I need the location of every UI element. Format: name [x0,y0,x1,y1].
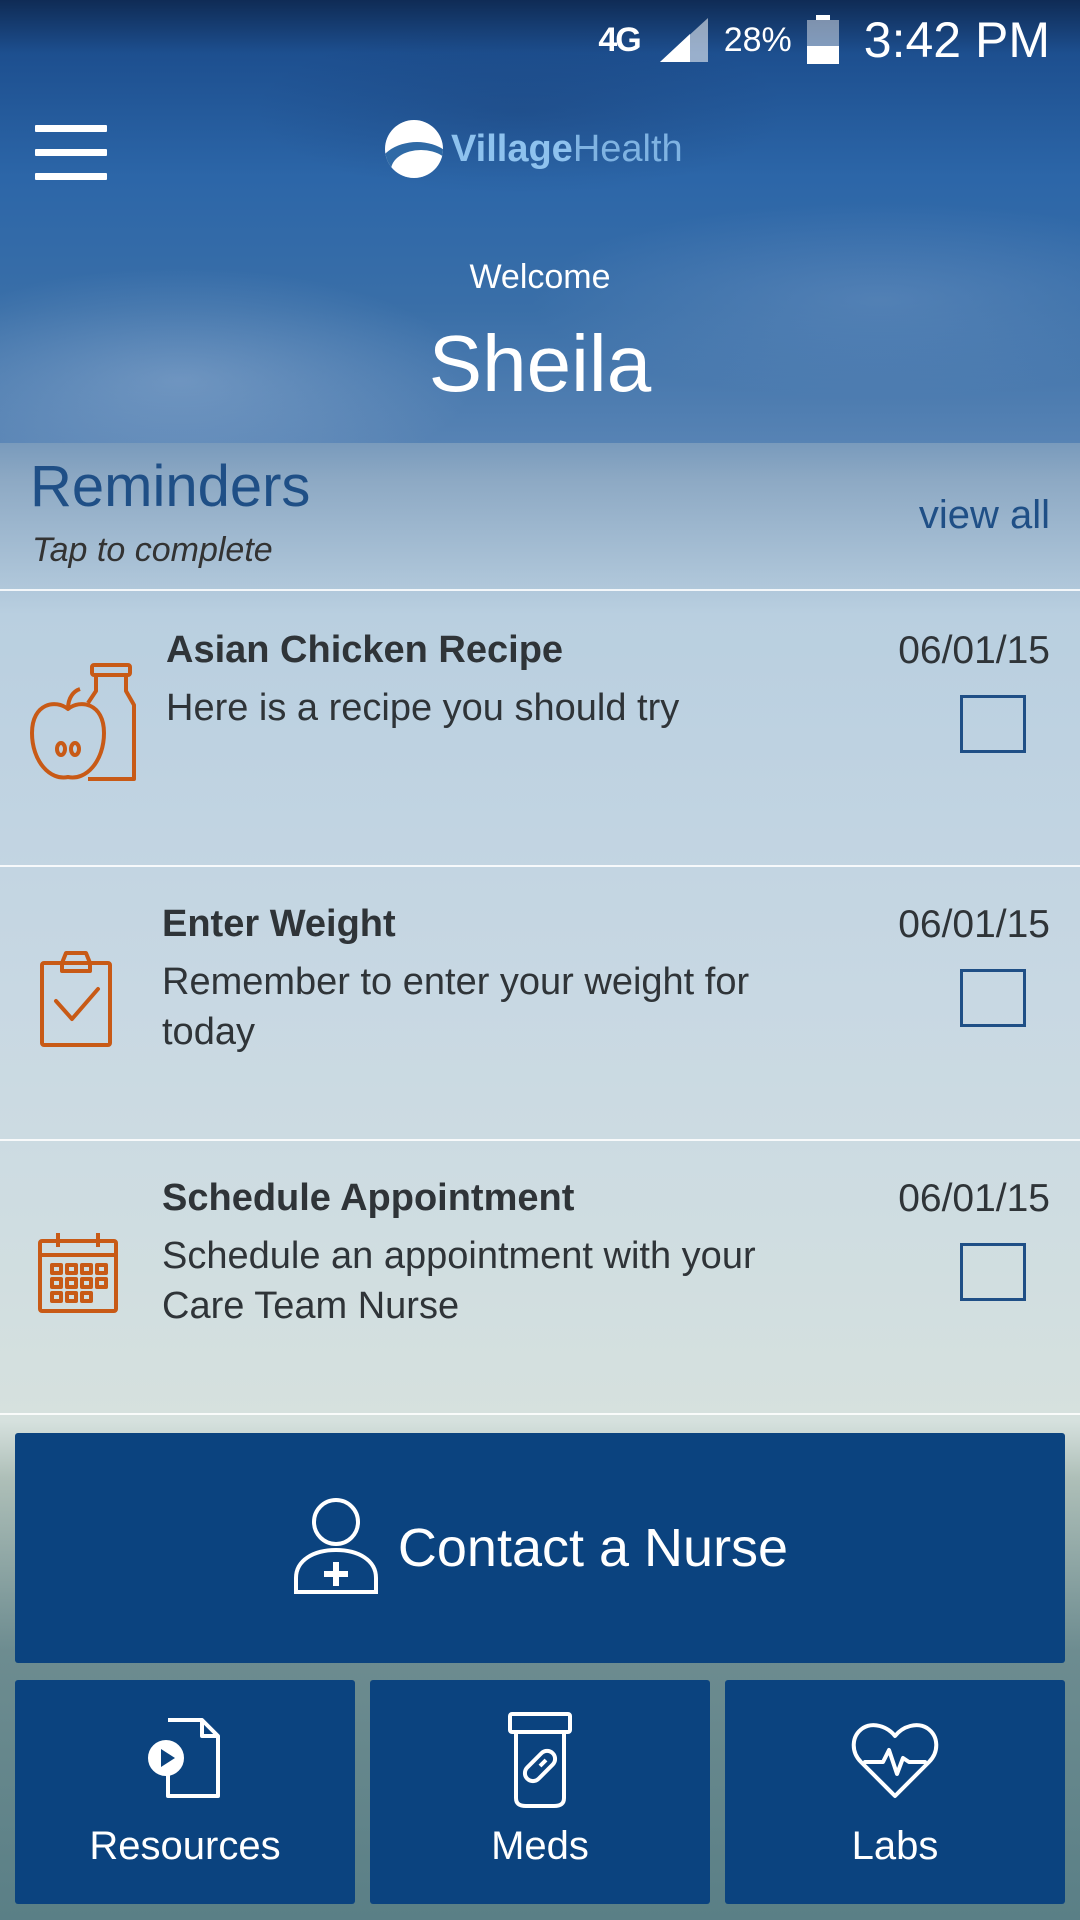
reminder-item[interactable]: Enter Weight Remember to enter your weig… [0,865,1080,1141]
labs-label: Labs [851,1824,939,1868]
reminders-subtitle: Tap to complete [32,531,273,569]
reminders-title: Reminders [30,454,311,519]
meds-label: Meds [491,1824,589,1868]
heart-pulse-icon [725,1720,1065,1800]
complete-checkbox[interactable] [960,1243,1026,1301]
network-indicator: 4G [598,20,641,59]
reminder-item[interactable]: Schedule Appointment Schedule an appoint… [0,1139,1080,1415]
signal-icon [659,18,710,62]
hamburger-icon [35,125,107,132]
reminder-item[interactable]: Asian Chicken Recipe Here is a recipe yo… [0,591,1080,867]
play-document-icon [15,1716,355,1800]
contact-nurse-button[interactable]: Contact a Nurse [15,1433,1065,1663]
resources-button[interactable]: Resources [15,1680,355,1904]
welcome-label: Welcome [469,258,611,296]
logo-text: VillageHealth [451,128,683,171]
labs-button[interactable]: Labs [725,1680,1065,1904]
reminder-description: Remember to enter your weight for today [162,961,750,1053]
logo-mark-icon [385,120,443,178]
reminder-description: Schedule an appointment with your Care T… [162,1235,756,1327]
reminder-date: 06/01/15 [898,629,1050,672]
village-health-logo: VillageHealth [385,120,683,178]
logo-text-regular: Health [572,127,683,170]
reminders-header: Reminders Tap to complete view all [0,443,1080,591]
reminder-title: Enter Weight [162,903,396,945]
complete-checkbox[interactable] [960,695,1026,753]
reminder-description: Here is a recipe you should try [166,687,680,729]
hamburger-line [35,173,107,180]
user-name: Sheila [428,319,652,408]
apple-bottle-icon [28,661,138,781]
status-bar: 4G 28% 3:42 PM [0,0,1080,80]
complete-checkbox[interactable] [960,969,1026,1027]
meds-button[interactable]: Meds [370,1680,710,1904]
pill-bottle-icon [370,1712,710,1808]
contact-nurse-label: Contact a Nurse [397,1518,789,1578]
logo-text-bold: Village [451,127,573,170]
battery-percent: 28% [723,20,792,59]
reminder-title: Asian Chicken Recipe [166,629,564,671]
hamburger-line [35,149,107,156]
menu-button[interactable] [35,125,107,180]
reminder-date: 06/01/15 [898,903,1050,946]
battery-icon [806,15,840,65]
resources-label: Resources [89,1824,281,1868]
reminder-title: Schedule Appointment [162,1177,575,1219]
reminder-date: 06/01/15 [898,1177,1050,1220]
nurse-icon [292,1496,380,1601]
clock: 3:42 PM [863,12,1050,68]
calendar-icon [36,1231,146,1351]
clipboard-check-icon [38,949,148,1069]
view-all-link[interactable]: view all [919,493,1050,538]
